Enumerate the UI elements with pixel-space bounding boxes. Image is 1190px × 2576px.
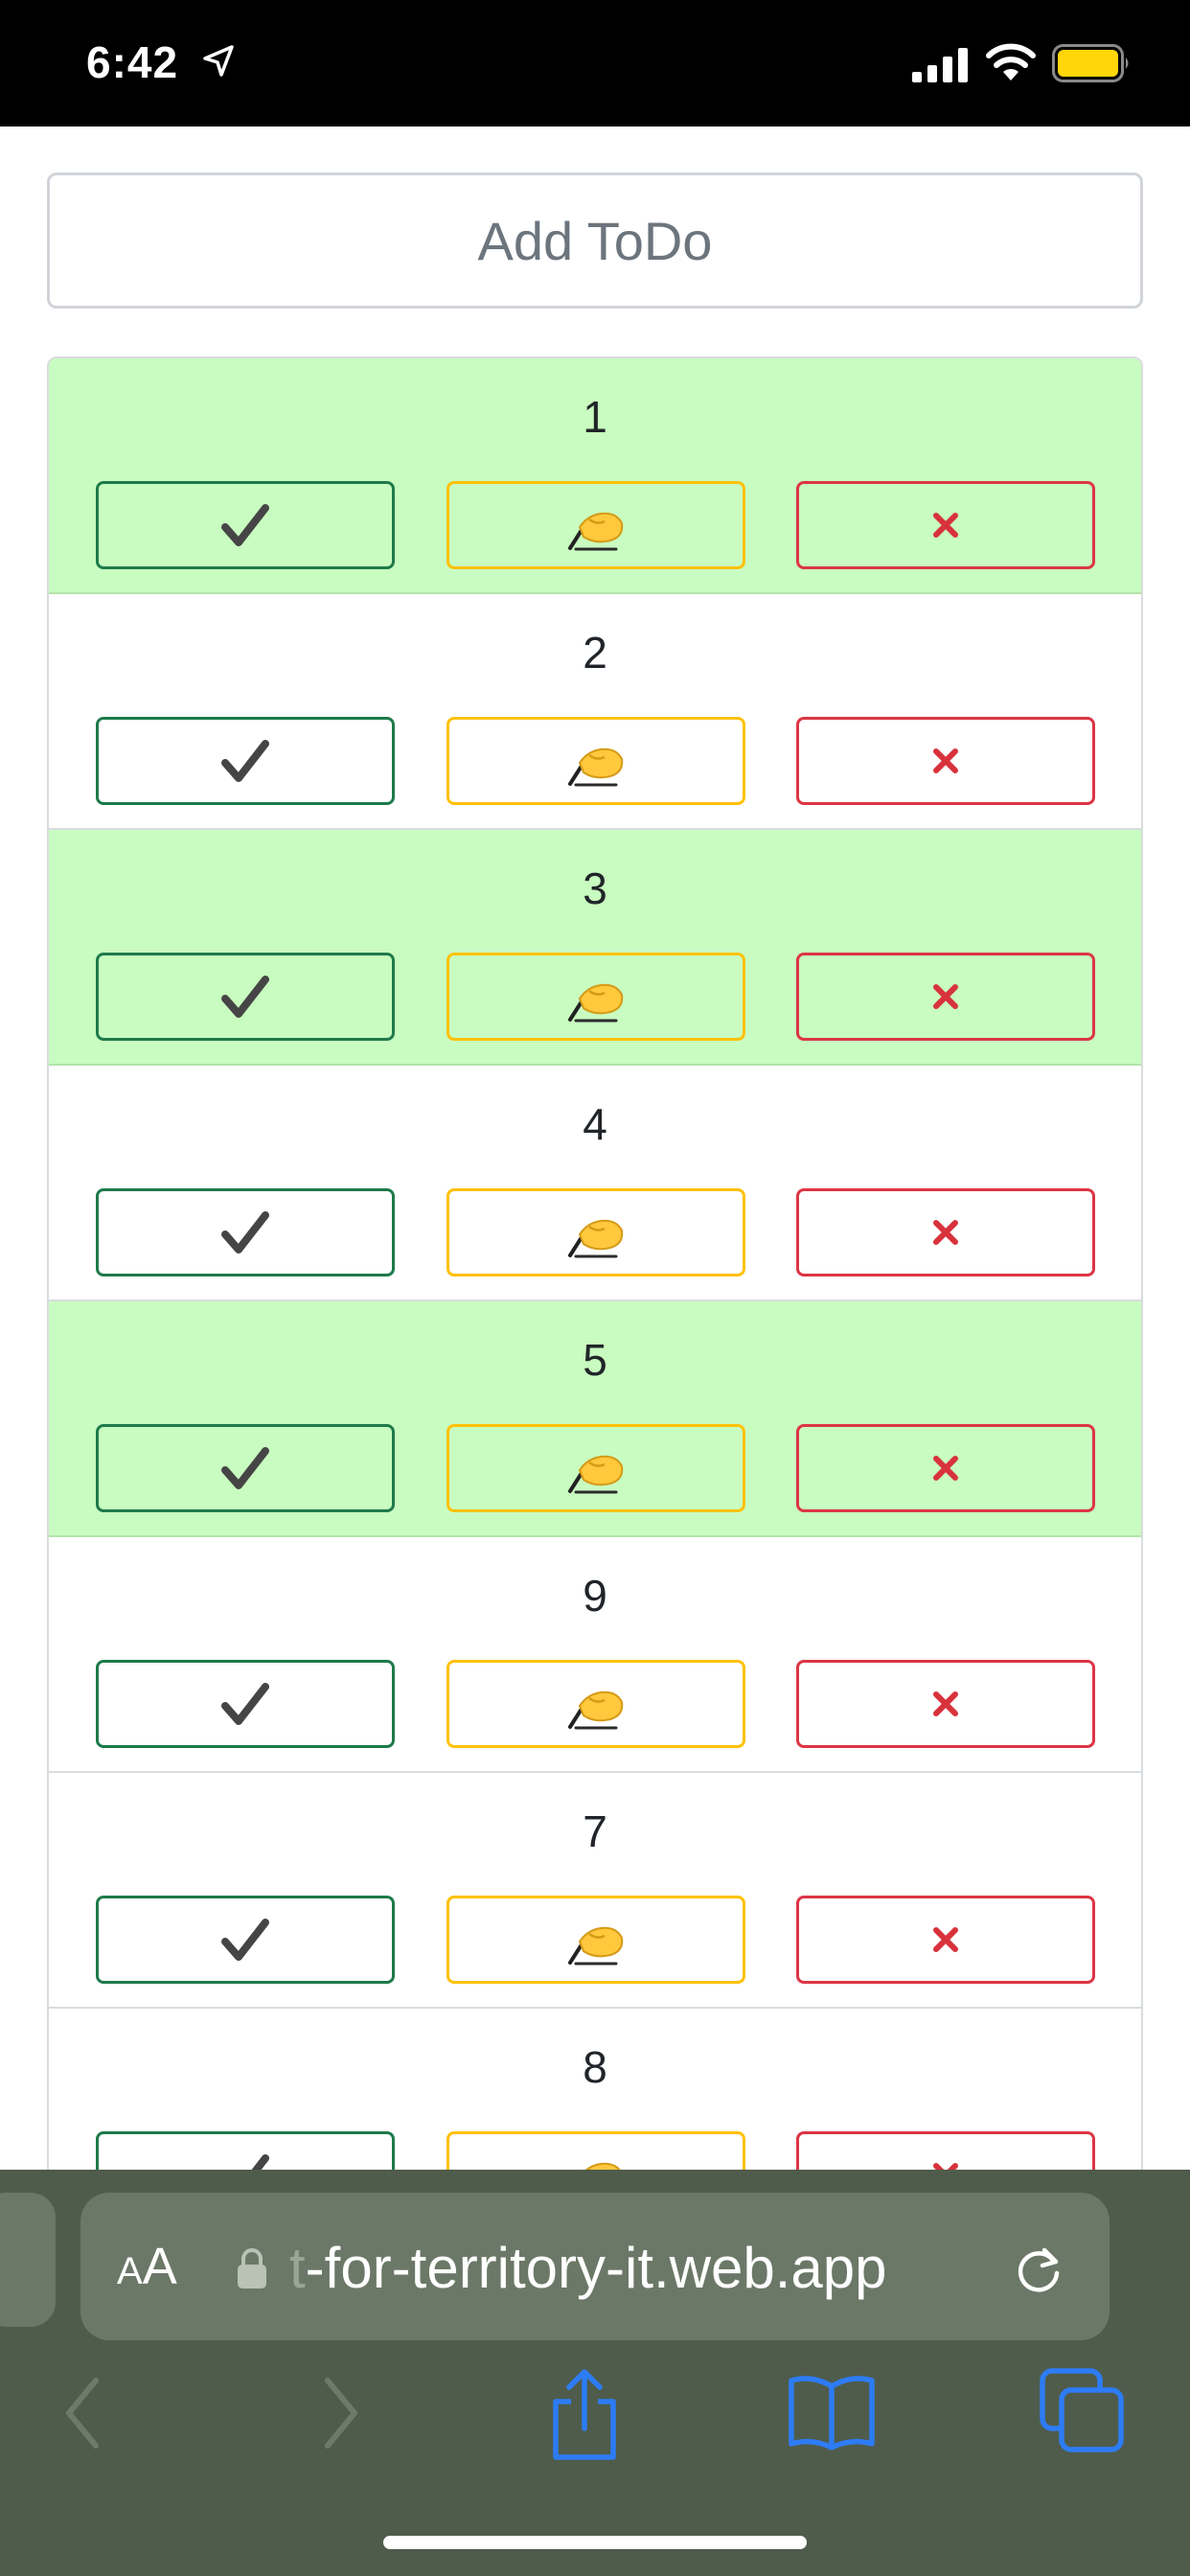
cross-mark-icon	[933, 2163, 958, 2170]
text-size-large-letter: A	[142, 2238, 177, 2295]
todo-title: 1	[583, 392, 607, 442]
battery-icon	[1052, 44, 1129, 82]
writing-hand-icon	[568, 748, 624, 787]
delete-todo-button[interactable]	[796, 717, 1095, 805]
writing-hand-icon	[584, 2162, 621, 2170]
todo-item: 5	[49, 1301, 1141, 1537]
location-arrow-icon	[203, 45, 234, 77]
complete-todo-button[interactable]	[96, 1188, 395, 1276]
status-bar: 6:42	[0, 0, 1190, 126]
complete-todo-button[interactable]	[96, 1424, 395, 1512]
todo-list: 1 2 3 4 5 9 7 8	[47, 356, 1143, 2170]
wifi-icon	[986, 43, 1036, 80]
cross-mark-icon	[933, 1456, 958, 1481]
edit-todo-button[interactable]	[446, 481, 745, 569]
writing-hand-icon	[568, 1926, 624, 1966]
book-icon[interactable]	[788, 2373, 876, 2451]
todo-item: 7	[49, 1773, 1141, 2009]
delete-todo-button[interactable]	[796, 1188, 1095, 1276]
todo-title: 9	[583, 1571, 607, 1621]
checkmark-icon	[221, 740, 269, 782]
cross-mark-icon	[933, 984, 958, 1009]
todo-item: 4	[49, 1066, 1141, 1301]
edit-todo-button[interactable]	[446, 717, 745, 805]
todo-title: 5	[583, 1335, 607, 1385]
todo-title: 7	[583, 1806, 607, 1856]
url-faded-prefix: t	[289, 2236, 306, 2300]
complete-todo-button[interactable]	[96, 1660, 395, 1748]
complete-todo-button[interactable]	[96, 2131, 395, 2170]
checkmark-icon	[221, 976, 269, 1018]
delete-todo-button[interactable]	[796, 1896, 1095, 1984]
delete-todo-button[interactable]	[796, 953, 1095, 1041]
todo-title: 4	[583, 1099, 607, 1149]
complete-todo-button[interactable]	[96, 717, 395, 805]
writing-hand-icon	[568, 1219, 624, 1258]
url-domain: -for-territory-it.web.app	[305, 2236, 887, 2300]
checkmark-icon	[221, 1919, 269, 1961]
edit-todo-button[interactable]	[446, 953, 745, 1041]
delete-todo-button[interactable]	[796, 2131, 1095, 2170]
chevron-left-icon[interactable]	[59, 2375, 107, 2451]
checkmark-icon	[221, 504, 269, 546]
chevron-right-icon[interactable]	[316, 2375, 364, 2451]
text-size-small-letter: A	[117, 2250, 143, 2292]
writing-hand-icon	[568, 1455, 624, 1494]
address-bar[interactable]: AA t-for-territory-it.web.app	[80, 2193, 1110, 2340]
page-content: Add ToDo 1 2 3 4 5 9 7 8	[0, 126, 1190, 2170]
todo-title: 8	[583, 2042, 607, 2092]
complete-todo-button[interactable]	[96, 1896, 395, 1984]
checkmark-icon	[221, 1211, 269, 1254]
checkmark-icon	[251, 2154, 269, 2170]
todo-title: 3	[583, 863, 607, 913]
previous-tab-preview[interactable]	[0, 2193, 56, 2327]
status-time: 6:42	[86, 37, 179, 87]
delete-todo-button[interactable]	[796, 481, 1095, 569]
lock-icon	[238, 2248, 266, 2288]
todo-item: 3	[49, 830, 1141, 1066]
todo-title: 2	[583, 628, 607, 678]
add-todo-button[interactable]: Add ToDo	[47, 172, 1143, 309]
edit-todo-button[interactable]	[446, 1188, 745, 1276]
cross-mark-icon	[933, 748, 958, 773]
todo-item: 8	[49, 2009, 1141, 2170]
checkmark-icon	[221, 1447, 269, 1489]
writing-hand-icon	[568, 983, 624, 1023]
home-indicator[interactable]	[383, 2536, 807, 2549]
edit-todo-button[interactable]	[446, 1424, 745, 1512]
todo-item: 1	[49, 358, 1141, 594]
cellular-signal-icon	[912, 48, 968, 82]
todo-item: 9	[49, 1537, 1141, 1773]
delete-todo-button[interactable]	[796, 1424, 1095, 1512]
reload-icon[interactable]	[1012, 2242, 1065, 2296]
cross-mark-icon	[933, 1220, 958, 1245]
share-icon[interactable]	[548, 2367, 621, 2463]
writing-hand-icon	[568, 512, 624, 551]
cross-mark-icon	[933, 513, 958, 538]
text-size-button[interactable]: AA	[117, 2237, 177, 2296]
edit-todo-button[interactable]	[446, 2131, 745, 2170]
url-text[interactable]: t-for-territory-it.web.app	[289, 2235, 887, 2301]
edit-todo-button[interactable]	[446, 1660, 745, 1748]
edit-todo-button[interactable]	[446, 1896, 745, 1984]
complete-todo-button[interactable]	[96, 953, 395, 1041]
checkmark-icon	[221, 1683, 269, 1725]
cross-mark-icon	[933, 1927, 958, 1952]
tabs-icon[interactable]	[1039, 2367, 1125, 2453]
cross-mark-icon	[933, 1691, 958, 1716]
complete-todo-button[interactable]	[96, 481, 395, 569]
todo-item: 2	[49, 594, 1141, 830]
writing-hand-icon	[568, 1690, 624, 1730]
delete-todo-button[interactable]	[796, 1660, 1095, 1748]
